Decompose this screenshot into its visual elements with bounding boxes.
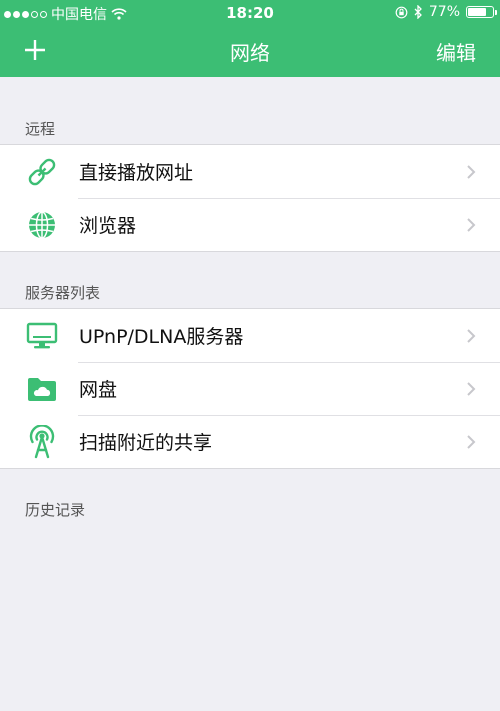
cloud-folder-icon: [25, 372, 59, 406]
section-header-servers: 服务器列表: [25, 284, 101, 302]
battery-percent: 77%: [428, 4, 460, 20]
chevron-right-icon: [467, 217, 476, 232]
section-header-remote: 远程: [25, 120, 56, 138]
list-item-label: 网盘: [79, 379, 118, 401]
status-right: 77%: [395, 4, 497, 20]
servers-group: UPnP/DLNA服务器 网盘 扫描附近的共享: [0, 308, 500, 469]
edit-button[interactable]: 编辑: [436, 37, 476, 66]
battery-icon: [466, 6, 497, 18]
antenna-icon: [25, 424, 59, 459]
rotation-lock-icon: [395, 6, 408, 18]
chevron-right-icon: [467, 434, 476, 449]
list-item-label: 浏览器: [79, 215, 137, 237]
list-item-label: UPnP/DLNA服务器: [79, 326, 244, 348]
section-header-history: 历史记录: [25, 501, 86, 519]
list-item-label: 扫描附近的共享: [79, 432, 213, 454]
chevron-right-icon: [467, 328, 476, 343]
list-item-upnp-dlna[interactable]: UPnP/DLNA服务器: [0, 309, 500, 362]
status-bar: 中国电信 18:20 77%: [0, 0, 500, 26]
battery-level: [468, 8, 487, 16]
nav-bar: 中国电信 18:20 77% 网络 编辑: [0, 0, 500, 77]
list-item-label: 直接播放网址: [79, 162, 194, 184]
list-item-scan-shares[interactable]: 扫描附近的共享: [0, 415, 500, 468]
chevron-right-icon: [467, 164, 476, 179]
page-title: 网络: [230, 41, 270, 65]
list-item-browser[interactable]: 浏览器: [0, 198, 500, 251]
link-icon: [25, 155, 59, 189]
list-item-play-url[interactable]: 直接播放网址: [0, 145, 500, 198]
globe-icon: [25, 208, 59, 242]
list-item-cloud-drive[interactable]: 网盘: [0, 362, 500, 415]
remote-group: 直接播放网址 浏览器: [0, 144, 500, 252]
monitor-icon: [25, 319, 59, 353]
chevron-right-icon: [467, 381, 476, 396]
bluetooth-icon: [414, 5, 422, 19]
